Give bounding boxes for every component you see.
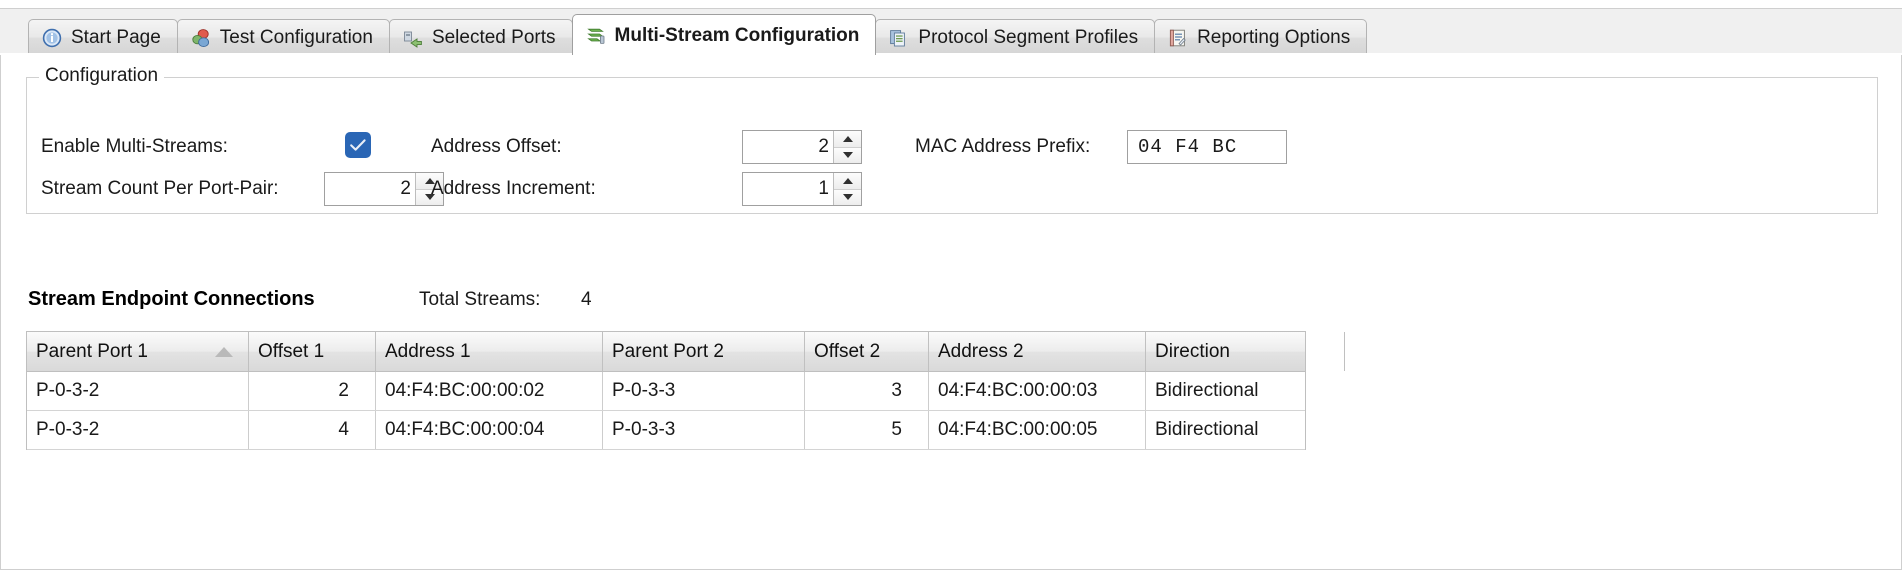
mac-address-prefix-field[interactable]: 04 F4 BC [1127,130,1287,164]
cell-address-2: 04:F4:BC:00:00:03 [929,372,1146,410]
total-streams-label: Total Streams: [419,289,541,310]
cell-parent-port-2: P-0-3-3 [603,411,805,449]
column-header-direction[interactable]: Direction [1146,332,1345,371]
tab-multi-stream-configuration[interactable]: Multi-Stream Configuration [571,14,877,55]
stream-count-label: Stream Count Per Port-Pair: [41,178,279,199]
stream-endpoint-connections-title: Stream Endpoint Connections [28,288,315,310]
mac-address-prefix-label: MAC Address Prefix: [915,136,1091,157]
column-header-parent-port-1-label: Parent Port 1 [36,340,148,362]
triangle-up-icon [842,177,853,184]
address-offset-decrement-button[interactable] [834,146,861,163]
cell-offset-1: 4 [249,411,376,449]
column-header-parent-port-2[interactable]: Parent Port 2 [603,332,805,371]
tab-selected-ports-label: Selected Ports [431,27,556,48]
address-increment-value[interactable]: 1 [743,173,833,205]
column-header-offset-1[interactable]: Offset 1 [249,332,376,371]
tab-content-panel: Configuration Enable Multi-Streams: Addr… [0,55,1902,570]
cell-direction: Bidirectional [1155,380,1259,401]
multi-stream-configuration-window: Start Page Test Configuration Selected P… [0,0,1902,570]
tab-protocol-segment-profiles-label: Protocol Segment Profiles [918,27,1139,48]
address-increment-increment-button[interactable] [834,173,861,189]
multi-stream-icon [586,25,606,45]
tab-multi-stream-configuration-label: Multi-Stream Configuration [614,24,860,46]
configuration-groupbox-title: Configuration [39,65,165,87]
cell-offset-2: 5 [805,411,929,449]
tab-strip: Start Page Test Configuration Selected P… [0,8,1902,55]
tab-test-configuration-label: Test Configuration [219,27,373,48]
cell-offset-2: 3 [805,372,929,410]
cell-parent-port-1: P-0-3-2 [27,372,249,410]
stream-count-spinner[interactable]: 2 [324,172,444,206]
cell-parent-port-1: P-0-3-2 [27,411,249,449]
tab-list: Start Page Test Configuration Selected P… [28,14,1368,55]
column-header-offset-2[interactable]: Offset 2 [805,332,929,371]
table-row[interactable]: P-0-3-2 2 04:F4:BC:00:00:02 P-0-3-3 3 04… [27,372,1305,411]
address-increment-spinner[interactable]: 1 [742,172,862,206]
tab-test-configuration[interactable]: Test Configuration [176,19,390,55]
total-streams-value: 4 [581,289,592,310]
cell-address-2: 04:F4:BC:00:00:05 [929,411,1146,449]
cell-address-1: 04:F4:BC:00:00:02 [376,372,603,410]
table-row[interactable]: P-0-3-2 4 04:F4:BC:00:00:04 P-0-3-3 5 04… [27,411,1305,450]
enable-multistreams-label: Enable Multi-Streams: [41,136,228,157]
selected-ports-icon [403,28,423,48]
address-offset-label: Address Offset: [431,136,562,157]
tab-start-page-label: Start Page [71,27,161,48]
test-config-icon [191,28,211,48]
tab-start-page[interactable]: Start Page [28,19,178,55]
stream-endpoint-connections-grid: Parent Port 1 Offset 1 Address 1 Parent … [26,331,1345,450]
tab-reporting-options[interactable]: Reporting Options [1154,19,1368,55]
cell-offset-1: 2 [249,372,376,410]
address-offset-spinner-buttons [833,131,861,163]
address-increment-decrement-button[interactable] [834,188,861,205]
reporting-options-icon [1168,28,1188,48]
address-increment-spinner-buttons [833,173,861,205]
tab-protocol-segment-profiles[interactable]: Protocol Segment Profiles [875,19,1156,55]
tab-reporting-options-label: Reporting Options [1197,27,1351,48]
enable-multistreams-checkbox[interactable] [345,132,371,158]
address-offset-spinner[interactable]: 2 [742,130,862,164]
address-increment-label: Address Increment: [431,178,596,199]
triangle-down-icon [842,194,853,201]
address-offset-increment-button[interactable] [834,131,861,147]
tab-selected-ports[interactable]: Selected Ports [388,19,573,55]
sort-ascending-icon [215,346,233,357]
column-header-parent-port-1[interactable]: Parent Port 1 [27,332,249,371]
stream-count-value[interactable]: 2 [325,173,415,205]
triangle-down-icon [842,152,853,159]
protocol-profiles-icon [889,28,909,48]
configuration-groupbox: Configuration Enable Multi-Streams: Addr… [26,65,1878,214]
cell-parent-port-2: P-0-3-3 [603,372,805,410]
column-header-address-2[interactable]: Address 2 [929,332,1146,371]
column-header-address-1[interactable]: Address 1 [376,332,603,371]
address-offset-value[interactable]: 2 [743,131,833,163]
grid-header-row: Parent Port 1 Offset 1 Address 1 Parent … [27,332,1345,372]
cell-address-1: 04:F4:BC:00:00:04 [376,411,603,449]
cell-direction: Bidirectional [1155,419,1259,440]
info-icon [42,28,62,48]
triangle-up-icon [842,135,853,142]
